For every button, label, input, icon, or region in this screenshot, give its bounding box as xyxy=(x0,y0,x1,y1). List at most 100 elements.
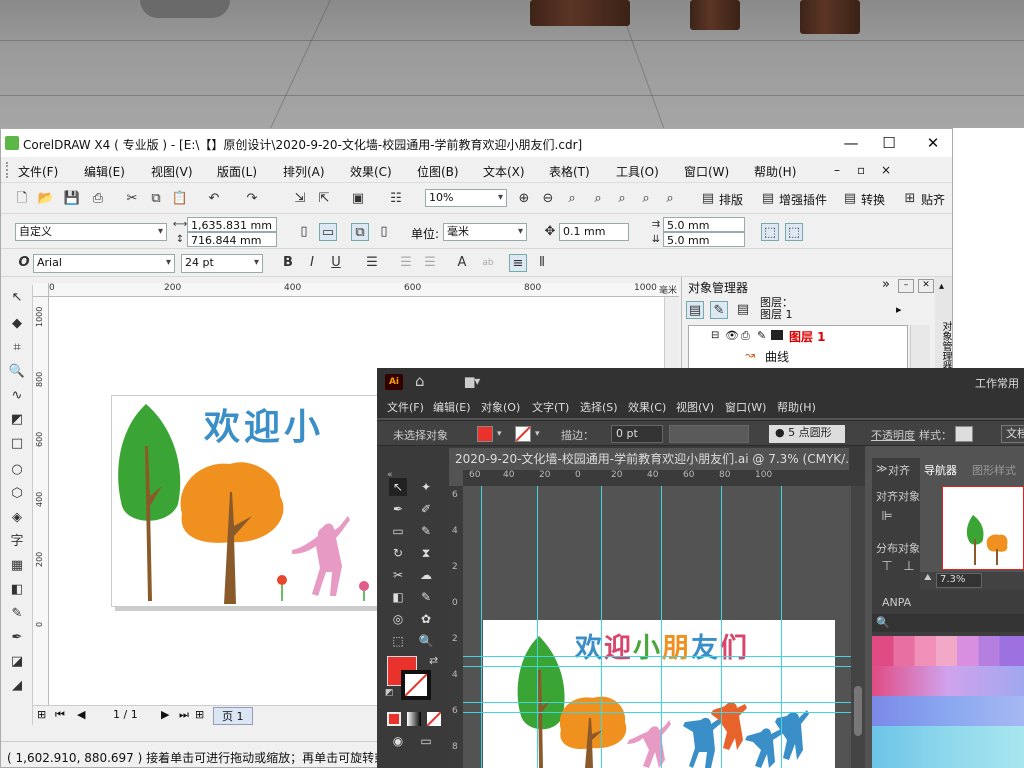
enhance-plugin-button[interactable]: 增强插件 xyxy=(779,191,827,208)
docker-scroll-up-icon[interactable]: ▴ xyxy=(939,281,944,292)
guide-line[interactable] xyxy=(463,712,851,713)
page-size-select[interactable]: 自定义 xyxy=(15,223,167,241)
guide-line[interactable] xyxy=(661,486,662,768)
docker-expand-icon[interactable]: » xyxy=(882,277,890,292)
navigator-zoom-field[interactable]: 7.3% xyxy=(936,573,982,588)
ai-menu-select[interactable]: 选择(S) xyxy=(580,399,618,415)
distribute-center-icon[interactable]: ⊥ xyxy=(900,558,918,576)
guide-line[interactable] xyxy=(463,702,851,703)
doc-minimize-button[interactable]: – xyxy=(834,163,840,177)
welcome-screen-icon[interactable]: ☷ xyxy=(387,190,405,208)
zoom-selected-icon[interactable]: ⌕ xyxy=(563,190,581,208)
screen-mode-icon[interactable]: ▭ xyxy=(417,732,435,750)
stroke-swatch[interactable] xyxy=(515,426,531,442)
ai-vertical-scrollbar[interactable] xyxy=(851,486,865,768)
navigator-tab[interactable]: 导航器 图形样式 xyxy=(920,458,1024,480)
text-tool-icon[interactable]: 字 xyxy=(8,533,26,551)
ruler-origin[interactable] xyxy=(33,283,49,297)
horizontal-text-icon[interactable]: ≡ xyxy=(509,254,527,272)
none-mode-icon[interactable] xyxy=(427,712,441,726)
all-pages-icon[interactable]: ⧉ xyxy=(351,223,369,241)
ai-menu-file[interactable]: 文件(F) xyxy=(387,399,424,415)
menu-edit[interactable]: 编辑(E) xyxy=(84,163,125,180)
show-properties-icon[interactable]: ▤ xyxy=(686,301,704,319)
arrange-documents-icon[interactable]: ▆▾ xyxy=(465,374,480,388)
fill-swatch[interactable] xyxy=(477,426,493,442)
table-tool-icon[interactable]: ▦ xyxy=(8,557,26,575)
stroke-color-box[interactable] xyxy=(401,670,431,700)
outline-pen-tool-icon[interactable]: ✒ xyxy=(8,629,26,647)
maximize-button[interactable]: ☐ xyxy=(875,133,903,153)
pen-tool-icon[interactable]: ✒ xyxy=(389,500,407,518)
curve-object-item[interactable]: 曲线 xyxy=(765,348,789,365)
swap-colors-icon[interactable]: ⇄ xyxy=(429,654,438,667)
new-document-icon[interactable]: 🗋 xyxy=(13,190,31,208)
drop-cap-icon[interactable]: ☰ xyxy=(421,254,439,272)
printable-icon[interactable]: ⎙ xyxy=(741,329,750,343)
graphic-styles-tab[interactable]: 图形样式 xyxy=(972,462,1016,478)
editable-pencil-icon[interactable]: ✎ xyxy=(757,329,766,342)
open-icon[interactable]: 📂 xyxy=(37,190,55,208)
duplicate-distance-y-field[interactable]: 5.0 mm xyxy=(663,232,745,247)
scroll-thumb[interactable] xyxy=(854,686,862,736)
doc-navigator-icon[interactable]: ⊞ xyxy=(37,708,46,721)
symbol-sprayer-icon[interactable]: ✿ xyxy=(417,610,435,628)
visibility-eye-icon[interactable]: 👁 xyxy=(725,329,739,342)
edit-text-icon[interactable]: ab xyxy=(479,254,497,272)
warp-tool-icon[interactable]: ☁ xyxy=(417,566,435,584)
ai-document-tab[interactable]: 2020-9-20-文化墙-校园通用-学前教育欢迎小朋友们.ai @ 7.3% … xyxy=(449,448,849,470)
menu-file[interactable]: 文件(F) xyxy=(18,163,58,180)
underline-icon[interactable]: U xyxy=(327,254,345,272)
landscape-icon[interactable]: ▭ xyxy=(319,223,337,241)
doc-close-button[interactable]: × xyxy=(881,163,891,177)
minimize-button[interactable]: — xyxy=(837,133,865,153)
selection-tool-icon[interactable]: ↖ xyxy=(389,478,407,496)
last-page-icon[interactable]: ⏭ xyxy=(179,708,189,722)
workspace-switcher[interactable]: 工作常用 xyxy=(975,375,1019,391)
zoom-in-icon[interactable]: ⊕ xyxy=(515,190,533,208)
fill-dropdown-icon[interactable]: ▾ xyxy=(497,429,502,439)
collapse-icon[interactable]: ⊟ xyxy=(711,330,719,341)
pencil-tool-icon[interactable]: ✎ xyxy=(417,522,435,540)
reflect-tool-icon[interactable]: ⧗ xyxy=(417,544,435,562)
menu-view[interactable]: 视图(V) xyxy=(151,163,193,180)
rectangle-tool-icon[interactable]: □ xyxy=(8,435,26,453)
gradient-mode-icon[interactable] xyxy=(407,712,421,726)
draw-mode-icon[interactable]: ◉ xyxy=(389,732,407,750)
guide-line[interactable] xyxy=(781,486,782,768)
page-width-field[interactable]: 1,635.831 mm xyxy=(187,217,277,232)
polygon-tool-icon[interactable]: ⬡ xyxy=(8,485,26,503)
curvature-tool-icon[interactable]: ✐ xyxy=(417,500,435,518)
zoom-all-icon[interactable]: ⌕ xyxy=(589,190,607,208)
italic-icon[interactable]: I xyxy=(303,254,321,272)
docker-close-button[interactable]: ✕ xyxy=(918,279,934,293)
home-icon[interactable]: ⌂ xyxy=(415,372,425,390)
snap-plugin-button[interactable]: 贴齐 xyxy=(921,191,945,208)
menu-text[interactable]: 文本(X) xyxy=(483,163,525,180)
ai-menu-view[interactable]: 视图(V) xyxy=(676,399,714,415)
font-family-select[interactable]: Arial xyxy=(33,254,175,273)
ai-menu-type[interactable]: 文字(T) xyxy=(532,399,569,415)
magic-wand-tool-icon[interactable]: ✦ xyxy=(417,478,435,496)
layer-1-item[interactable]: 图层 1 xyxy=(789,328,826,345)
crop-tool-icon[interactable]: ⌗ xyxy=(8,339,26,357)
brush-definition-select[interactable]: ● 5 点圆形 xyxy=(769,425,845,443)
object-manager-side-tab[interactable]: 对象管理器 xyxy=(937,321,951,371)
zoom-out-icon[interactable]: ⊖ xyxy=(539,190,557,208)
guide-line[interactable] xyxy=(721,486,722,768)
menu-arrange[interactable]: 排列(A) xyxy=(283,163,325,180)
eyedropper-tool-icon[interactable]: ✎ xyxy=(8,605,26,623)
distribute-top-icon[interactable]: ⊤ xyxy=(878,558,896,576)
smart-fill-tool-icon[interactable]: ◩ xyxy=(8,411,26,429)
eyedropper-tool-icon[interactable]: ✎ xyxy=(417,588,435,606)
stroke-dropdown-icon[interactable]: ▾ xyxy=(535,429,540,439)
docker-minimize-button[interactable]: – xyxy=(898,279,914,293)
zoom-out-icon[interactable]: ⛰ xyxy=(924,573,932,583)
zoom-tool-icon[interactable]: 🔍 xyxy=(8,363,26,381)
first-page-icon[interactable]: ⏮ xyxy=(55,708,65,722)
treat-as-filled-icon[interactable]: ⬚ xyxy=(761,223,779,241)
align-left-icon[interactable]: ⊫ xyxy=(878,508,896,526)
ai-menu-object[interactable]: 对象(O) xyxy=(481,399,520,415)
menu-table[interactable]: 表格(T) xyxy=(549,163,590,180)
font-size-select[interactable]: 24 pt xyxy=(181,254,263,273)
